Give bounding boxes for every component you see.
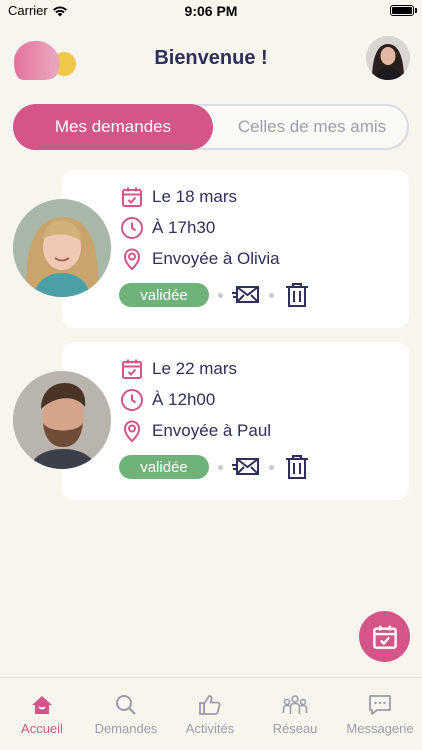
trash-icon[interactable] xyxy=(283,453,311,481)
request-actions: validée xyxy=(119,280,311,310)
people-icon xyxy=(282,692,308,718)
battery-tip xyxy=(415,8,417,13)
user-avatar-image xyxy=(366,36,410,80)
status-badge: validée xyxy=(119,455,209,479)
tab-label: Accueil xyxy=(21,721,63,736)
clock-icon xyxy=(120,216,144,240)
tab-messagerie[interactable]: Messagerie xyxy=(338,678,422,750)
recipient-avatar xyxy=(13,371,111,469)
separator-dot xyxy=(218,464,223,470)
request-date: Le 22 mars xyxy=(152,359,238,378)
separator-dot xyxy=(269,292,274,298)
trash-icon[interactable] xyxy=(283,281,311,309)
tab-bar: Accueil Demandes Activités Réseau Messag… xyxy=(0,677,422,750)
message-icon xyxy=(367,692,393,718)
date-row: Le 18 mars xyxy=(120,184,237,210)
tab-celles-de-mes-amis[interactable]: Celles de mes amis xyxy=(213,104,411,150)
request-card[interactable]: Le 18 mars À 17h30 Envoyée à Olivia vali… xyxy=(62,170,409,328)
status-bar: Carrier 9:06 PM xyxy=(0,0,422,22)
user-avatar[interactable] xyxy=(366,36,410,80)
request-card[interactable]: Le 22 mars À 12h00 Envoyée à Paul validé… xyxy=(62,342,409,500)
search-icon xyxy=(113,692,139,718)
battery-icon xyxy=(390,5,414,16)
clock: 9:06 PM xyxy=(184,3,238,19)
recipient-avatar xyxy=(13,199,111,297)
tab-demandes[interactable]: Demandes xyxy=(84,678,168,750)
status-badge: validée xyxy=(119,283,209,307)
time-row: À 17h30 xyxy=(120,215,215,241)
recipient-photo-olivia xyxy=(13,199,111,297)
request-date: Le 18 mars xyxy=(152,187,238,206)
home-icon xyxy=(29,692,55,718)
page-title: Bienvenue ! xyxy=(154,47,268,69)
new-request-button[interactable] xyxy=(359,611,410,662)
tab-label: Réseau xyxy=(272,721,318,736)
separator-dot xyxy=(269,464,274,470)
tab-activites[interactable]: Activités xyxy=(168,678,252,750)
request-time: À 17h30 xyxy=(152,218,216,237)
calendar-icon xyxy=(120,357,144,381)
tab-mes-demandes[interactable]: Mes demandes xyxy=(13,104,213,150)
location-pin-icon xyxy=(120,419,144,443)
time-row: À 12h00 xyxy=(120,387,215,413)
request-recipient: Envoyée à Olivia xyxy=(152,249,280,268)
separator-dot xyxy=(218,292,223,298)
request-time: À 12h00 xyxy=(152,390,216,409)
request-recipient: Envoyée à Paul xyxy=(152,421,272,440)
tab-accueil[interactable]: Accueil xyxy=(0,678,84,750)
segmented-control: Mes demandes Celles de mes amis xyxy=(13,104,409,150)
clock-icon xyxy=(120,388,144,412)
tab-label: Demandes xyxy=(94,721,158,736)
send-message-icon[interactable] xyxy=(232,281,260,309)
recipient-row: Envoyée à Paul xyxy=(120,418,271,444)
thumbs-up-icon xyxy=(197,692,223,718)
tab-label: Activités xyxy=(185,721,235,736)
calendar-icon xyxy=(120,185,144,209)
date-row: Le 22 mars xyxy=(120,356,237,382)
tab-reseau[interactable]: Réseau xyxy=(253,678,337,750)
location-pin-icon xyxy=(120,247,144,271)
recipient-row: Envoyée à Olivia xyxy=(120,246,280,272)
tab-label: Messagerie xyxy=(346,721,414,736)
recipient-photo-paul xyxy=(13,371,111,469)
send-message-icon[interactable] xyxy=(232,453,260,481)
header: Bienvenue ! xyxy=(0,36,422,82)
request-actions: validée xyxy=(119,452,311,482)
calendar-check-icon xyxy=(372,625,397,649)
